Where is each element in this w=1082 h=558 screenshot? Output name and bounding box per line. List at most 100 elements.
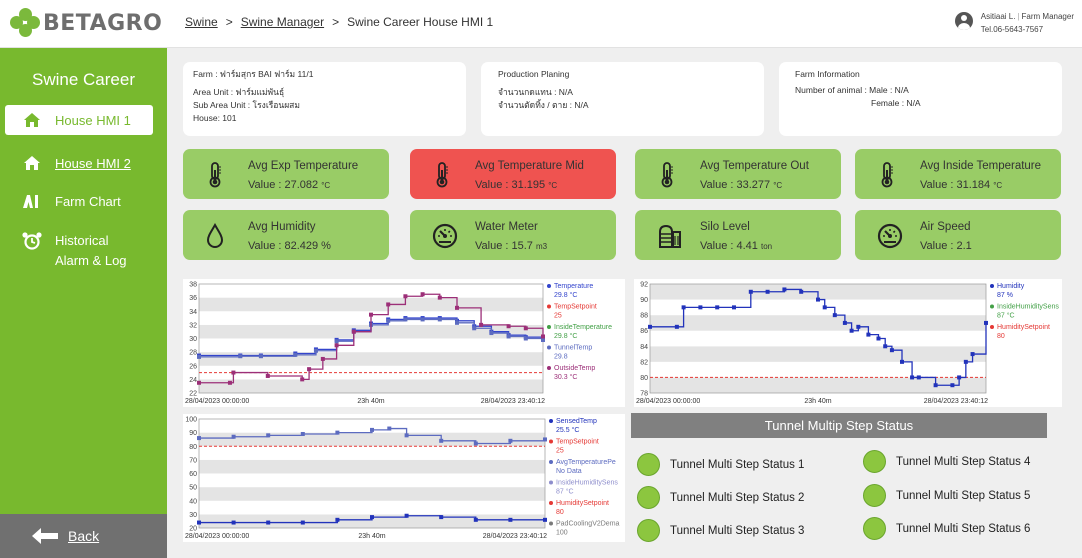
legend-series-value: 29.8 °C	[554, 291, 577, 299]
farm-info-card: Farm : ฟาร์มสุกร BAI ฟาร์ม 11/1 Area Uni…	[183, 62, 466, 136]
status-indicator-icon	[863, 484, 886, 507]
data-point	[523, 326, 528, 331]
silo-level-value: Value : 4.41 ton	[700, 240, 772, 252]
sidebar-item-label-line2: Alarm & Log	[55, 253, 127, 268]
sensor-card[interactable]: Avg Humidity Value : 82.429 %	[183, 210, 389, 260]
y-tick-label: 34	[189, 309, 197, 316]
legend-series-value: 80	[556, 509, 564, 516]
grid-band	[199, 284, 543, 298]
legend-marker	[549, 521, 553, 526]
x-tick-label: 23h 40m	[358, 533, 385, 540]
breadcrumb-separator: >	[332, 15, 340, 29]
y-tick-label: 24	[189, 377, 197, 384]
data-point	[386, 302, 391, 307]
data-point	[698, 305, 703, 310]
legend-series-name: AvgTemperaturePe	[556, 459, 616, 466]
house-number: House: 101	[193, 113, 237, 123]
silo-icon	[657, 223, 681, 249]
data-point	[883, 344, 888, 349]
data-point	[541, 337, 545, 342]
sensor-card[interactable]: Avg Inside Temperature Value : 31.184 °C	[855, 149, 1061, 199]
data-point	[370, 427, 374, 432]
water-drop-icon	[205, 222, 225, 249]
breadcrumb-current: Swine Career House HMI 1	[347, 15, 494, 29]
breadcrumb-swine-manager[interactable]: Swine Manager	[241, 15, 324, 29]
grid-band	[650, 315, 986, 331]
back-button[interactable]: Back	[0, 514, 167, 558]
thermometer-icon	[657, 162, 677, 188]
data-point	[335, 430, 340, 435]
sensor-value: Value : 33.277	[700, 179, 771, 191]
house-icon	[21, 153, 43, 173]
production-line-2: จำนวนตัดทิ้ง / ตาย : N/A	[498, 100, 589, 110]
sidebar-item-label: House HMI 2	[55, 155, 131, 171]
data-point	[320, 356, 325, 361]
grid-band	[199, 379, 543, 393]
brand-name: BETAGRO	[43, 10, 163, 36]
humidity-chart: 78 80 82 84 86 88 90 92 28/04/2023 00:00:00 23h 4…	[634, 279, 1062, 407]
y-tick-label: 26	[189, 363, 197, 370]
data-point	[197, 436, 201, 441]
breadcrumb: Swine > Swine Manager > Swine Career Hou…	[185, 15, 493, 29]
tunnel-step-label: Tunnel Multi Step Status 5	[896, 489, 1031, 502]
sidebar-item-house-hmi-2[interactable]: House HMI 2	[5, 152, 153, 174]
y-tick-label: 80	[640, 375, 648, 382]
legend-marker	[990, 325, 994, 329]
data-point	[916, 375, 921, 380]
air-speed-value: Value : 2.1	[920, 240, 972, 252]
sensor-unit: °C	[993, 181, 1003, 190]
legend-marker	[547, 325, 551, 329]
sensor-card[interactable]: Silo Level Value : 4.41 ton	[635, 210, 841, 260]
sensor-value: Value : 27.082	[248, 179, 319, 191]
area-unit: Area Unit : ฟาร์มแม่พันธุ์	[193, 87, 285, 97]
house-icon	[21, 110, 43, 130]
farm-information-card: Farm Information Number of animal : Male…	[779, 62, 1062, 136]
farm-information-title: Farm Information	[795, 69, 860, 79]
user-profile[interactable]: Asitiaai L. | Farm Manager Tel.06-5643-756…	[954, 10, 1074, 36]
data-point	[842, 320, 847, 325]
data-point	[258, 354, 263, 359]
x-tick-label: 28/04/2023 23:40:12	[924, 398, 988, 405]
sensor-card[interactable]: Avg Exp Temperature Value : 27.082 °C	[183, 149, 389, 199]
legend-marker	[547, 345, 551, 350]
avg-humidity-value: Value : 82.429 %	[248, 240, 331, 252]
betagro-logo[interactable]: BETAGRO	[10, 8, 162, 38]
data-point	[387, 426, 392, 431]
data-point	[963, 359, 968, 364]
thermometer-icon	[432, 162, 452, 188]
x-tick-label: 28/04/2023 00:00:00	[185, 533, 249, 540]
data-point	[455, 320, 459, 325]
breadcrumb-swine[interactable]: Swine	[185, 15, 218, 29]
y-tick-label: 100	[185, 417, 197, 424]
data-point	[420, 292, 425, 297]
legend-marker	[549, 460, 553, 464]
sensor-value: Value : 2.1	[920, 240, 972, 252]
data-point	[900, 359, 904, 364]
data-point	[420, 317, 425, 322]
data-point	[473, 517, 478, 522]
avg-exp-temperature-value: Value : 27.082 °C	[248, 179, 330, 191]
sensor-card[interactable]: Water Meter Value : 15.7 m3	[410, 210, 616, 260]
legend-series-value: 29.8 °C	[554, 332, 577, 340]
sidebar-item-house-hmi-1[interactable]: House HMI 1	[5, 105, 153, 135]
legend-series-name: HumiditySetpoint	[997, 324, 1050, 331]
x-tick-label: 28/04/2023 00:00:00	[636, 398, 700, 405]
sensor-card[interactable]: Avg Temperature Out Value : 33.277 °C	[635, 149, 841, 199]
legend-series-name: TempSetpoint	[554, 304, 597, 311]
sidebar-item-farm-chart[interactable]: Farm Chart	[5, 190, 153, 212]
water-meter-value: Value : 15.7 m3	[475, 240, 547, 252]
data-point	[910, 375, 915, 380]
user-role: Farm Manager	[1021, 12, 1074, 21]
data-point	[300, 431, 305, 436]
data-point	[889, 348, 894, 353]
y-tick-label: 36	[189, 295, 197, 302]
sensor-card[interactable]: Air Speed Value : 2.1	[855, 210, 1061, 260]
tunnel-step-label: Tunnel Multi Step Status 4	[896, 455, 1031, 468]
data-point	[403, 294, 408, 299]
data-point	[238, 354, 243, 359]
data-point	[437, 317, 442, 322]
sidebar-item-historical[interactable]: Historical Alarm & Log	[5, 231, 153, 271]
sensor-card[interactable]: Avg Temperature Mid Value : 31.195 °C	[410, 149, 616, 199]
data-point	[782, 287, 787, 292]
y-tick-label: 40	[189, 498, 197, 505]
